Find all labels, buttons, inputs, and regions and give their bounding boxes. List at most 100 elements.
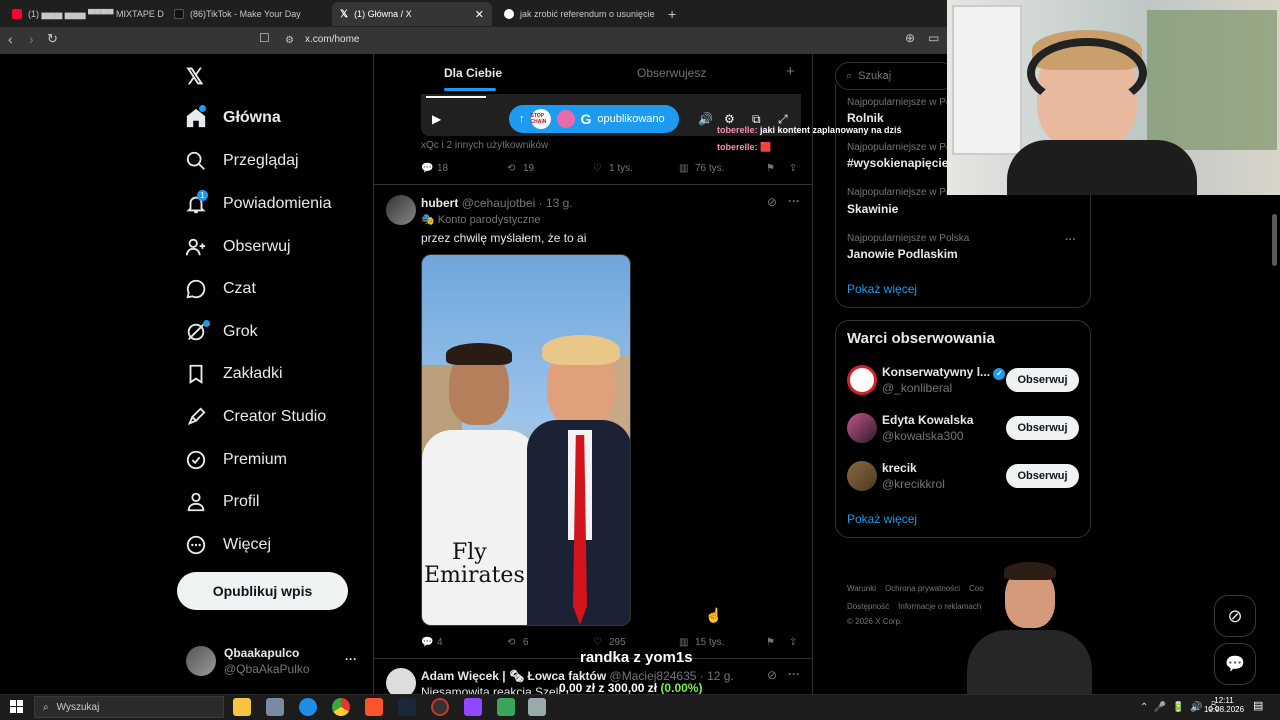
- back-icon[interactable]: ‹: [8, 31, 13, 47]
- avatar[interactable]: [186, 646, 216, 676]
- google-icon: [504, 9, 514, 19]
- x-logo-icon[interactable]: 𝕏: [186, 64, 204, 90]
- reply-icon[interactable]: 💬: [421, 637, 433, 648]
- nav-item-premium[interactable]: Premium: [185, 445, 287, 475]
- forward-icon[interactable]: ›: [29, 31, 34, 47]
- volume-icon[interactable]: 🔊: [698, 112, 713, 126]
- account-menu-icon[interactable]: ···: [345, 652, 357, 666]
- share-icon[interactable]: ⇪: [789, 637, 797, 648]
- cast-icon[interactable]: ▭: [928, 31, 939, 45]
- nav-item-profile[interactable]: Profil: [185, 487, 259, 517]
- steam-icon[interactable]: [398, 698, 416, 716]
- follow-button[interactable]: Obserwuj: [1006, 416, 1079, 440]
- footer-link[interactable]: Ochrona prywatności: [885, 584, 960, 593]
- trend-item[interactable]: Skawinie: [847, 202, 898, 216]
- trend-item[interactable]: Janowie Podlaskim: [847, 247, 958, 261]
- nav-item-bookmarks[interactable]: Zakładki: [185, 359, 283, 389]
- trend-item[interactable]: #wysokienapięcie: [847, 156, 948, 170]
- taskbar-search-input[interactable]: Wyszukaj: [57, 702, 100, 713]
- app-icon[interactable]: [266, 698, 284, 716]
- post-more-icon[interactable]: ···: [788, 194, 800, 208]
- taskbar-search[interactable]: ⌕ Wyszukaj: [34, 696, 224, 718]
- nav-item-more[interactable]: Więcej: [185, 530, 271, 560]
- account-name[interactable]: Edyta Kowalska: [882, 413, 973, 427]
- share-icon[interactable]: ⇪: [789, 163, 797, 174]
- app-icon[interactable]: [528, 698, 546, 716]
- zoom-icon[interactable]: ⊕: [905, 31, 915, 45]
- follow-button[interactable]: Obserwuj: [1006, 368, 1079, 392]
- show-more-follow-link[interactable]: Pokaż więcej: [847, 512, 917, 526]
- avatar[interactable]: [847, 365, 877, 395]
- edge-icon[interactable]: [299, 698, 317, 716]
- reply-icon[interactable]: 💬: [421, 163, 433, 174]
- add-tab-icon[interactable]: +: [786, 63, 795, 80]
- account-name[interactable]: krecik: [882, 461, 917, 475]
- settings-icon[interactable]: ⚙: [724, 112, 735, 126]
- browser-tab-active[interactable]: 𝕏 (1) Główna / X ✕: [332, 2, 492, 26]
- search-input[interactable]: Szukaj: [858, 70, 891, 82]
- post-time[interactable]: · 13 g.: [539, 196, 573, 210]
- bookmark-icon: [189, 364, 203, 384]
- video-progress[interactable]: [426, 96, 486, 98]
- author-name[interactable]: hubert: [421, 196, 458, 210]
- nav-item-follow[interactable]: Obserwuj: [185, 232, 291, 262]
- notification-center-icon[interactable]: ▤: [1253, 699, 1263, 712]
- avatar[interactable]: [847, 461, 877, 491]
- bookmark-icon[interactable]: ⚑: [766, 163, 775, 174]
- site-info-icon[interactable]: ⚙: [285, 35, 294, 46]
- nav-item-grok[interactable]: Grok: [185, 317, 258, 347]
- views-icon[interactable]: ▥: [679, 637, 688, 648]
- chat-float-button[interactable]: 💬: [1214, 643, 1256, 685]
- grok-float-button[interactable]: ⊘: [1214, 595, 1256, 637]
- new-tab-button[interactable]: +: [660, 2, 684, 26]
- chrome-icon[interactable]: [332, 698, 350, 716]
- post-button[interactable]: Opublikuj wpis: [177, 572, 348, 610]
- published-overlay[interactable]: ↑ STOP CHAIN G opublikowano: [509, 105, 679, 133]
- nav-item-creator-studio[interactable]: Creator Studio: [185, 402, 326, 432]
- like-icon[interactable]: ♡: [593, 637, 602, 648]
- author-handle[interactable]: @cehaujotbei: [462, 196, 536, 210]
- grok-icon[interactable]: ⊘: [767, 195, 777, 209]
- tab-following[interactable]: Obserwujesz: [637, 66, 706, 80]
- footer-link[interactable]: Warunki: [847, 584, 876, 593]
- views-icon[interactable]: ▥: [679, 163, 688, 174]
- like-icon[interactable]: ♡: [593, 163, 602, 174]
- footer-link[interactable]: Dostępność: [847, 602, 889, 611]
- trend-item[interactable]: Rolnik: [847, 111, 884, 125]
- obs-icon[interactable]: [431, 698, 449, 716]
- play-icon[interactable]: ▶: [432, 112, 441, 126]
- twitch-icon[interactable]: [464, 698, 482, 716]
- brave-icon[interactable]: [365, 698, 383, 716]
- post-time[interactable]: · 12 g.: [700, 669, 734, 683]
- suggested-account-name[interactable]: Konserwatywny l... ✓: [882, 365, 1006, 380]
- reload-icon[interactable]: ↻: [47, 31, 58, 47]
- url-field[interactable]: x.com/home: [305, 34, 359, 45]
- scrollbar-thumb[interactable]: [1272, 214, 1277, 266]
- windows-start-icon[interactable]: [10, 700, 23, 713]
- app-icon[interactable]: [497, 698, 515, 716]
- bookmark-icon[interactable]: ⚑: [766, 637, 775, 648]
- browser-tab[interactable]: (1) ▅▅▅ ▅▅▅ ▀▀▀▀ MIXTAPE DO: [4, 2, 164, 26]
- bookmark-page-icon[interactable]: ☐: [259, 31, 270, 45]
- show-more-trends-link[interactable]: Pokaż więcej: [847, 282, 917, 296]
- grok-icon[interactable]: ⊘: [767, 668, 777, 682]
- repost-icon[interactable]: ⟲: [507, 163, 515, 174]
- browser-tab[interactable]: jak zrobić referendum o usunięcie bu: [496, 2, 656, 26]
- file-explorer-icon[interactable]: [233, 698, 251, 716]
- search-icon: [186, 151, 205, 170]
- nav-item-chat[interactable]: Czat: [185, 274, 256, 304]
- avatar[interactable]: [847, 413, 877, 443]
- trend-more-icon[interactable]: ···: [1065, 234, 1076, 246]
- browser-tab[interactable]: (86)TikTok - Make Your Day: [166, 2, 328, 26]
- avatar[interactable]: [386, 195, 416, 225]
- tab-for-you[interactable]: Dla Ciebie: [444, 66, 502, 80]
- clock[interactable]: 12:11 10.08.2026: [1204, 696, 1244, 714]
- follow-button[interactable]: Obserwuj: [1006, 464, 1079, 488]
- repost-icon[interactable]: ⟲: [507, 637, 515, 648]
- nav-item-explore[interactable]: Przeglądaj: [185, 146, 299, 176]
- post-image[interactable]: Fly Emirates: [421, 254, 631, 626]
- post-more-icon[interactable]: ···: [788, 667, 800, 681]
- close-tab-icon[interactable]: ✕: [475, 8, 484, 21]
- avatar[interactable]: [386, 668, 416, 694]
- unread-dot: [203, 320, 210, 327]
